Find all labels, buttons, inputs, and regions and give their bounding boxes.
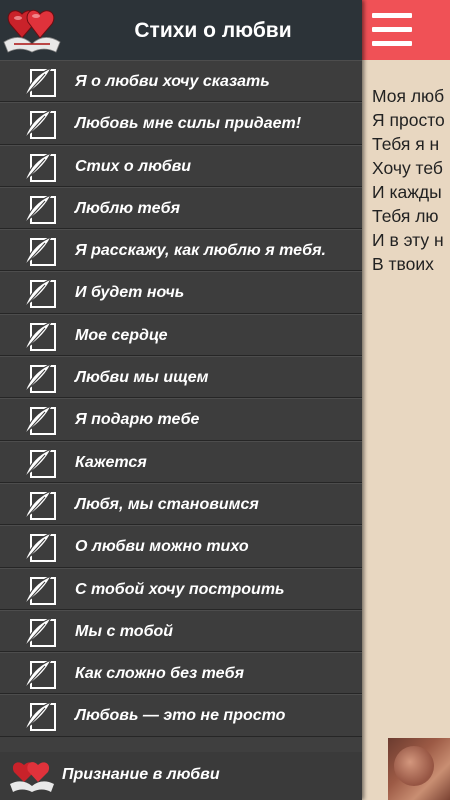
quill-note-icon [24, 659, 56, 690]
list-item-label: Как сложно без тебя [75, 665, 245, 683]
quill-note-icon [24, 109, 56, 140]
poem-text: Моя люб Я просто Тебя я н Хочу теб И каж… [372, 84, 450, 276]
quill-note-icon [24, 363, 56, 394]
poem-line: Тебя лю [372, 206, 439, 226]
quill-note-icon [24, 701, 56, 732]
poem-line: В твоих [372, 254, 434, 274]
quill-note-icon [24, 447, 56, 478]
list-item[interactable]: Я расскажу, как люблю я тебя. [0, 229, 362, 272]
list-item-label: О любви можно тихо [75, 538, 249, 556]
list-item-label: И будет ночь [75, 284, 185, 302]
list-item-label: Я подарю тебе [75, 411, 200, 429]
poem-list: Я о любви хочу сказать Любовь мне силы п… [0, 60, 362, 737]
quill-note-icon [24, 489, 56, 520]
poem-line: Я просто [372, 110, 445, 130]
list-item[interactable]: Кажется [0, 440, 362, 483]
poem-line: Моя люб [372, 86, 445, 106]
quill-note-icon [24, 67, 56, 97]
list-item-label: Мое сердце [75, 326, 168, 344]
quill-note-icon [24, 532, 56, 563]
list-item[interactable]: Мы с тобой [0, 609, 362, 653]
drawer-title: Стихи о любви [134, 19, 292, 42]
list-item[interactable]: Стих о любви [0, 144, 362, 187]
list-item[interactable]: Я подарю тебе [0, 398, 362, 441]
list-item[interactable]: Любя, мы становимся [0, 482, 362, 526]
poem-line: И кажды [372, 182, 442, 202]
list-item[interactable]: Любви мы ищем [0, 356, 362, 399]
hearts-logo-icon [10, 762, 54, 792]
list-item[interactable]: Мое сердце [0, 313, 362, 357]
quill-note-icon [24, 193, 56, 224]
content-panel: Моя люб Я просто Тебя я н Хочу теб И каж… [362, 0, 450, 800]
list-item-label: С тобой хочу построить [75, 580, 285, 598]
list-item[interactable]: Я о любви хочу сказать [0, 60, 362, 103]
quill-note-icon [24, 151, 56, 182]
poem-line: Хочу теб [372, 158, 443, 178]
list-item[interactable]: Любовь мне силы придает! [0, 102, 362, 145]
drawer-header: Стихи о любви [0, 0, 362, 61]
list-item[interactable]: С тобой хочу построить [0, 567, 362, 610]
quill-note-icon [24, 320, 56, 351]
list-item-label: Стих о любви [75, 157, 192, 175]
list-item[interactable]: Как сложно без тебя [0, 652, 362, 695]
poem-line: Тебя я н [372, 134, 440, 154]
navigation-drawer: Стихи о любви Я о любви хочу сказать Люб… [0, 0, 362, 800]
quill-note-icon [24, 236, 56, 267]
drawer-bottom-label: Признание в любви [62, 766, 220, 783]
quill-note-icon [24, 278, 56, 309]
list-item-label: Любви мы ищем [75, 369, 209, 387]
quill-note-icon [24, 405, 56, 436]
list-item-label: Любовь — это не просто [75, 707, 286, 725]
list-item-label: Я о любви хочу сказать [75, 73, 270, 90]
hearts-logo-icon [0, 2, 64, 58]
list-item[interactable]: О любви можно тихо [0, 525, 362, 568]
drawer-bottom-item[interactable]: Признание в любви [0, 752, 362, 800]
list-item-label: Люблю тебя [75, 199, 180, 217]
hamburger-icon[interactable] [372, 13, 412, 47]
list-item[interactable]: И будет ночь [0, 271, 362, 314]
list-item-label: Я расскажу, как люблю я тебя. [75, 242, 326, 260]
app-toolbar [362, 0, 450, 60]
list-item-label: Кажется [75, 453, 147, 471]
list-item-label: Любя, мы становимся [75, 495, 259, 513]
list-item-label: Любовь мне силы придает! [75, 115, 302, 133]
quill-note-icon [24, 574, 56, 605]
photo-thumbnail [388, 738, 450, 800]
quill-note-icon [24, 616, 56, 647]
poem-line: И в эту н [372, 230, 444, 250]
list-item-label: Мы с тобой [75, 622, 174, 640]
list-item[interactable]: Люблю тебя [0, 186, 362, 230]
list-item[interactable]: Любовь — это не просто [0, 694, 362, 737]
